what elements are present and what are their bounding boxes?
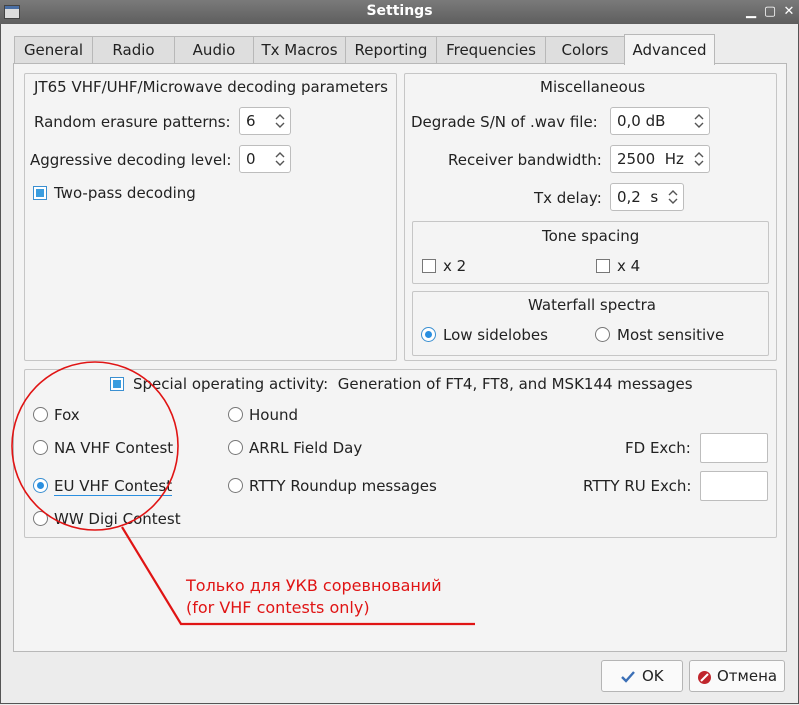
annotation-text-line2: (for VHF contests only) <box>186 598 370 617</box>
check-icon <box>621 671 635 683</box>
annotation-text-line1: Только для УКВ соревнований <box>186 576 442 595</box>
cancel-icon <box>698 671 711 684</box>
ok-label: OK <box>642 667 664 685</box>
annotation-circle <box>11 361 179 531</box>
cancel-label: Отмена <box>717 667 778 685</box>
ok-button[interactable]: OK <box>601 660 683 692</box>
tab-advanced[interactable]: Advanced <box>624 34 715 65</box>
annotation-overlay <box>11 361 475 626</box>
cancel-button[interactable]: Отмена <box>689 660 785 692</box>
